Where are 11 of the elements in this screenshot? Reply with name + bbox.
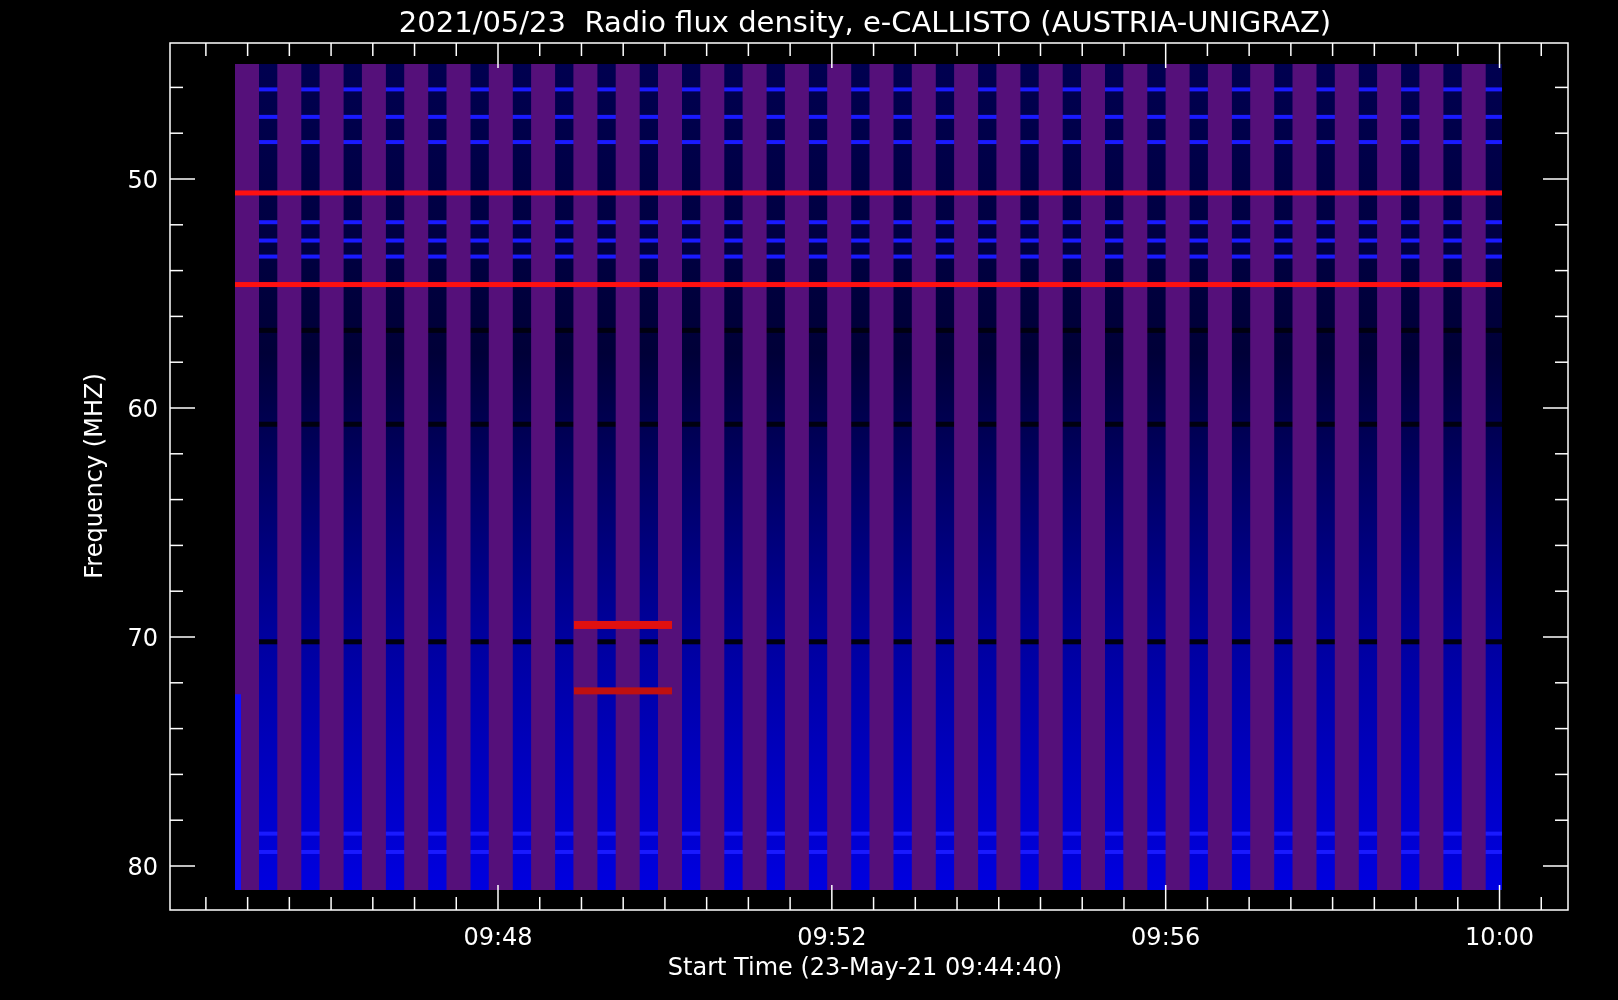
chart-title: 2021/05/23 Radio flux density, e-CALLISTO (AUSTRIA-UNIGRAZ): [398, 5, 1332, 39]
x-tick-label: 09:56: [1131, 923, 1201, 951]
y-tick-label: 70: [127, 624, 158, 652]
y-axis-label: Frequency (MHZ): [80, 373, 108, 579]
x-tick-label: 09:52: [797, 923, 867, 951]
x-axis-label: Start Time (23-May-21 09:44:40): [667, 953, 1063, 981]
y-tick-label: 50: [127, 166, 158, 194]
x-tick-label: 09:48: [463, 923, 533, 951]
x-tick-label: 10:00: [1464, 923, 1535, 951]
y-tick-label: 60: [127, 395, 158, 423]
y-tick-label: 80: [127, 853, 158, 881]
